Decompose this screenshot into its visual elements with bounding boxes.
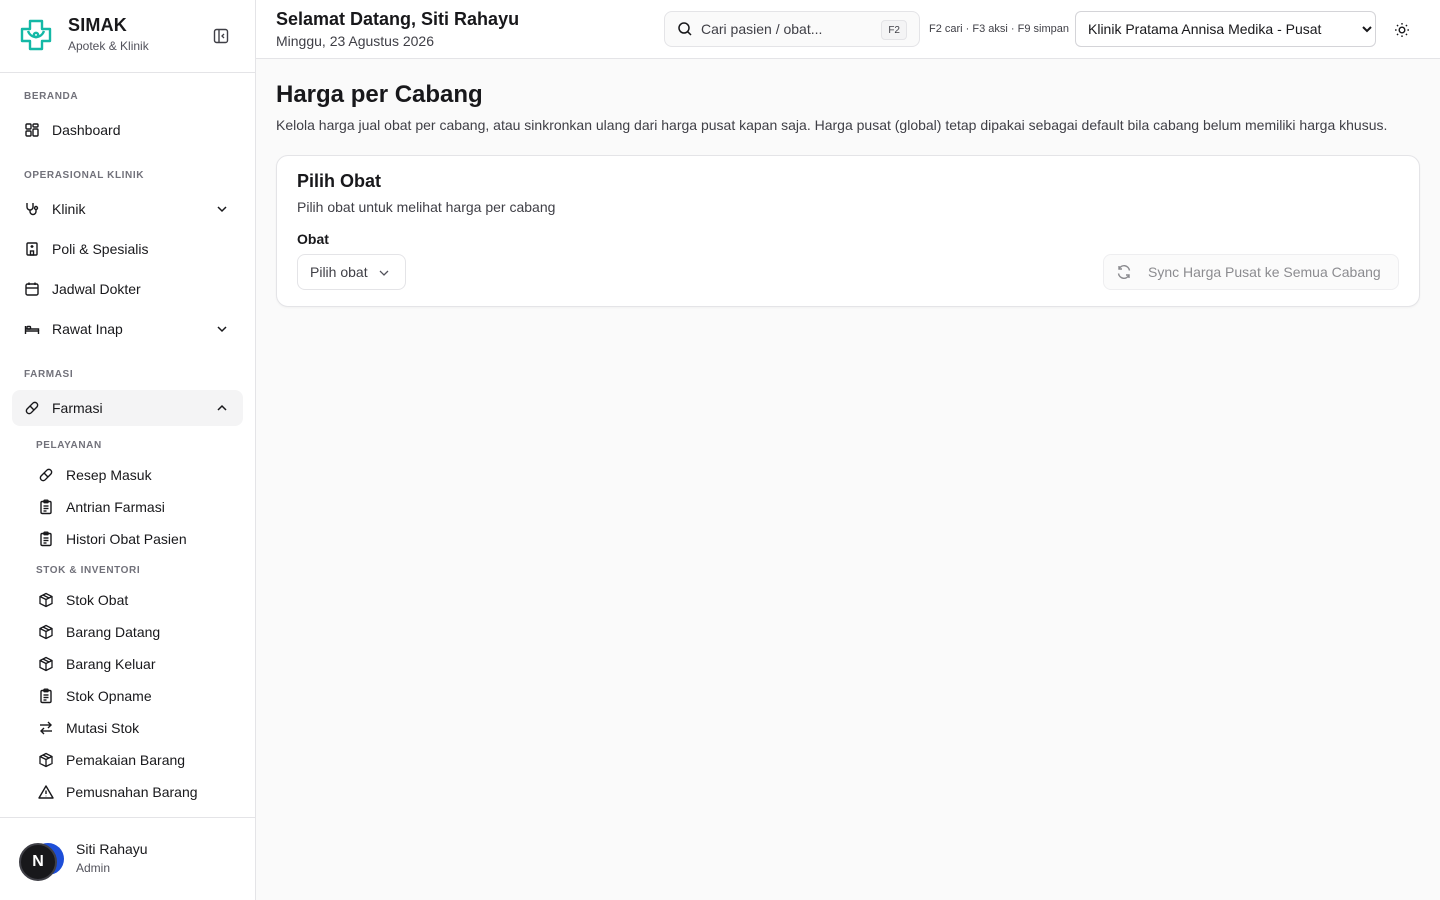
chevron-down-icon — [217, 326, 227, 333]
sidebar-item-pemakaian-barang[interactable]: Pemakaian Barang — [26, 745, 243, 775]
sidebar-item-jadwal[interactable]: Jadwal Dokter — [12, 271, 243, 307]
page-title: Harga per Cabang — [276, 81, 483, 108]
panel-left-icon — [213, 28, 229, 44]
clipboard-list-icon — [38, 531, 54, 547]
brand-name: SIMAK — [68, 15, 127, 35]
card-title: Pilih Obat — [297, 171, 382, 191]
search-shortcut-badge: F2 — [881, 20, 907, 40]
select-medicine-card: Pilih Obat Pilih obat untuk melihat harg… — [276, 155, 1420, 307]
medicine-select[interactable]: Pilih obat — [297, 254, 406, 290]
sync-prices-button[interactable]: Sync Harga Pusat ke Semua Cabang — [1103, 254, 1399, 290]
sidebar-item-label: Jadwal Dokter — [52, 281, 141, 297]
sidebar-item-label: Farmasi — [52, 400, 103, 416]
sidebar-item-farmasi[interactable]: Farmasi — [12, 390, 243, 426]
sidebar-item-label: Pemusnahan Barang — [66, 784, 198, 800]
sub-label-stok: STOK & INVENTORI — [36, 565, 141, 576]
section-label-farmasi: FARMASI — [24, 369, 74, 380]
stethoscope-icon — [24, 201, 40, 217]
sidebar-item-label: Pemakaian Barang — [66, 752, 186, 768]
medicine-select-placeholder: Pilih obat — [310, 264, 368, 280]
alert-triangle-icon — [38, 784, 54, 800]
sidebar-item-label: Histori Obat Pasien — [66, 531, 187, 547]
brand-header: SIMAK Apotek & Klinik — [0, 0, 255, 73]
sidebar-item-barang-keluar[interactable]: Barang Keluar — [26, 649, 243, 679]
sun-icon — [1395, 23, 1409, 37]
section-label-beranda: BERANDA — [24, 91, 79, 102]
brand-subtitle: Apotek & Klinik — [68, 39, 149, 53]
hospital-building-icon — [24, 241, 40, 257]
calendar-icon — [24, 281, 40, 297]
sidebar-item-poli[interactable]: Poli & Spesialis — [12, 231, 243, 267]
search-placeholder: Cari pasien / obat... — [701, 21, 823, 37]
medicine-field-label: Obat — [297, 231, 329, 247]
chevron-down-icon — [379, 270, 389, 276]
refresh-icon — [1117, 265, 1131, 279]
sidebar-item-label: Barang Datang — [66, 624, 161, 640]
package-icon — [38, 592, 54, 608]
sidebar-item-rawat-inap[interactable]: Rawat Inap — [12, 311, 243, 347]
sidebar-item-label: Poli & Spesialis — [52, 241, 149, 257]
sidebar-item-label: Antrian Farmasi — [66, 499, 165, 515]
sidebar-item-mutasi-stok[interactable]: Mutasi Stok — [26, 713, 243, 743]
top-header: Selamat Datang, Siti Rahayu Minggu, 23 A… — [256, 0, 1440, 59]
sync-button-label: Sync Harga Pusat ke Semua Cabang — [1148, 264, 1381, 280]
sidebar-item-klinik[interactable]: Klinik — [12, 191, 243, 227]
avatar[interactable]: N — [19, 843, 57, 881]
clinic-logo-icon — [20, 19, 52, 51]
sidebar: SIMAK Apotek & Klinik BERANDA Dashboard … — [0, 0, 256, 900]
greeting-title: Selamat Datang, Siti Rahayu — [276, 9, 520, 29]
sidebar-item-resep-masuk[interactable]: Resep Masuk — [26, 460, 243, 490]
sidebar-item-label: Stok Opname — [66, 688, 152, 704]
search-input[interactable]: Cari pasien / obat... F2 — [664, 11, 920, 47]
sidebar-item-dashboard[interactable]: Dashboard — [12, 112, 243, 148]
sidebar-item-label: Rawat Inap — [52, 321, 123, 337]
user-role: Admin — [76, 861, 111, 875]
package-icon — [38, 752, 54, 768]
bed-icon — [24, 321, 40, 337]
sidebar-item-barang-datang[interactable]: Barang Datang — [26, 617, 243, 647]
sidebar-item-antrian-farmasi[interactable]: Antrian Farmasi — [26, 492, 243, 522]
user-name: Siti Rahayu — [76, 841, 148, 857]
sidebar-item-label: Dashboard — [52, 122, 121, 138]
card-description: Pilih obat untuk melihat harga per caban… — [297, 199, 556, 215]
sidebar-item-stok-obat[interactable]: Stok Obat — [26, 585, 243, 615]
current-date: Minggu, 23 Agustus 2026 — [276, 33, 435, 49]
sidebar-item-stok-opname[interactable]: Stok Opname — [26, 681, 243, 711]
pill-icon — [24, 400, 40, 416]
chevron-up-icon — [217, 404, 227, 411]
sidebar-item-label: Stok Obat — [66, 592, 129, 608]
page-description: Kelola harga jual obat per cabang, atau … — [276, 117, 1388, 133]
sidebar-item-label: Klinik — [52, 201, 86, 217]
branch-select[interactable]: Klinik Pratama Annisa Medika - Pusat — [1075, 11, 1376, 47]
package-icon — [38, 624, 54, 640]
search-icon — [678, 22, 692, 36]
theme-toggle-button[interactable] — [1390, 18, 1414, 42]
keyboard-shortcuts-hint: F2 cari · F3 aksi · F9 simpan — [929, 23, 1069, 35]
chevron-down-icon — [217, 206, 227, 213]
package-icon — [38, 656, 54, 672]
sidebar-item-label: Resep Masuk — [66, 467, 152, 483]
section-label-operasional: OPERASIONAL KLINIK — [24, 170, 145, 181]
sidebar-item-histori-obat[interactable]: Histori Obat Pasien — [26, 524, 243, 554]
arrow-left-right-icon — [38, 720, 54, 736]
pill-icon — [38, 467, 54, 483]
sidebar-collapse-button[interactable] — [210, 25, 232, 47]
layout-grid-icon — [24, 122, 40, 138]
sidebar-item-label: Barang Keluar — [66, 656, 156, 672]
sub-label-pelayanan: PELAYANAN — [36, 440, 102, 451]
clipboard-list-icon — [38, 688, 54, 704]
sidebar-nav: BERANDA Dashboard OPERASIONAL KLINIK Kli… — [0, 73, 255, 817]
sidebar-item-label: Mutasi Stok — [66, 720, 140, 736]
clipboard-list-icon — [38, 499, 54, 515]
sidebar-item-pemusnahan-barang[interactable]: Pemusnahan Barang — [26, 777, 243, 807]
